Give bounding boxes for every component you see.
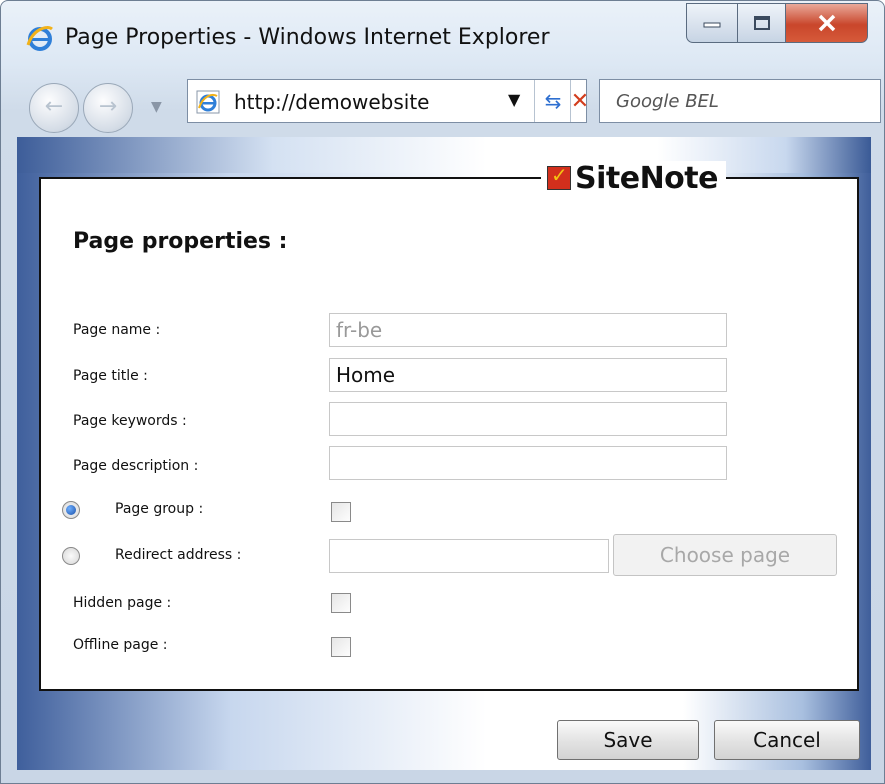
sitenote-check-icon: ✓	[547, 163, 571, 190]
minimize-icon	[703, 22, 721, 28]
choose-page-button[interactable]: Choose page	[613, 534, 837, 576]
window-title: Page Properties - Windows Internet Explo…	[65, 25, 550, 50]
sitenote-logo: ✓ SiteNote	[541, 160, 726, 196]
back-arrow-icon: ←	[44, 94, 64, 119]
search-box[interactable]	[599, 79, 881, 123]
page-name-field[interactable]: fr-be	[329, 313, 727, 347]
forward-button[interactable]: →	[83, 83, 133, 133]
page-name-label: Page name :	[73, 322, 161, 338]
page-group-radio[interactable]	[62, 501, 80, 519]
page-ie-icon	[196, 90, 220, 114]
content-header-strip	[17, 137, 871, 173]
hidden-page-label: Hidden page :	[73, 595, 172, 611]
page-group-label: Page group :	[115, 501, 204, 517]
search-input[interactable]	[614, 80, 878, 122]
page-heading: Page properties :	[73, 229, 288, 254]
address-bar[interactable]: http://demowebsite ▼ ⇆ ✕	[187, 79, 589, 123]
browser-window: Page Properties - Windows Internet Explo…	[0, 0, 885, 784]
ie-logo-icon	[26, 26, 53, 51]
stop-icon[interactable]: ✕	[570, 80, 589, 122]
refresh-icon[interactable]: ⇆	[534, 80, 571, 122]
maximize-button[interactable]	[738, 3, 786, 43]
page-group-checkbox[interactable]	[331, 502, 351, 522]
redirect-address-radio[interactable]	[62, 547, 80, 565]
history-dropdown-icon[interactable]: ▼	[151, 99, 162, 115]
back-button[interactable]: ←	[29, 83, 79, 133]
save-button[interactable]: Save	[557, 720, 699, 760]
page-keywords-label: Page keywords :	[73, 413, 187, 429]
page-keywords-field[interactable]	[329, 402, 727, 436]
hidden-page-checkbox[interactable]	[331, 593, 351, 613]
logo-text: SiteNote	[575, 160, 718, 196]
page-title-field[interactable]: Home	[329, 358, 727, 392]
forward-arrow-icon: →	[98, 94, 118, 119]
page-description-label: Page description :	[73, 458, 199, 474]
cancel-button[interactable]: Cancel	[714, 720, 860, 760]
caption-buttons	[686, 3, 868, 43]
close-icon	[818, 14, 835, 32]
address-text[interactable]: http://demowebsite	[234, 90, 504, 114]
offline-page-label: Offline page :	[73, 637, 168, 653]
page-description-field[interactable]	[329, 446, 727, 480]
close-button[interactable]	[786, 3, 868, 43]
minimize-button[interactable]	[686, 3, 738, 43]
page-title-label: Page title :	[73, 368, 148, 384]
redirect-address-label: Redirect address :	[115, 547, 242, 563]
address-dropdown-icon[interactable]: ▼	[508, 90, 520, 109]
offline-page-checkbox[interactable]	[331, 637, 351, 657]
maximize-icon	[753, 16, 770, 30]
redirect-address-field[interactable]	[329, 539, 609, 573]
